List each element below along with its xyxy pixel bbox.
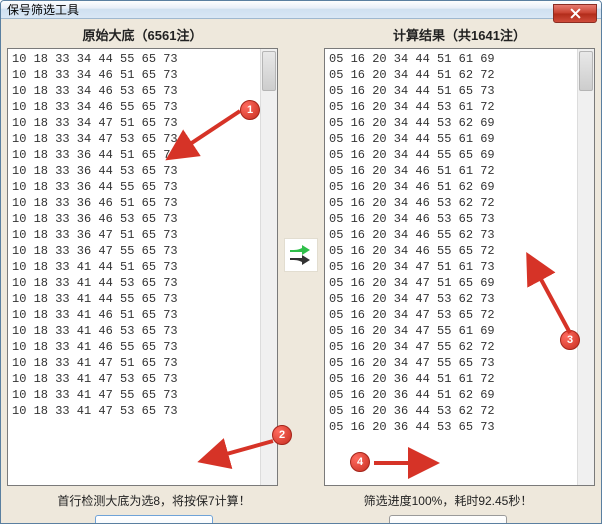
right-header: 计算结果（共1641注） [324, 23, 595, 48]
copy-button-label: 复制 [444, 521, 470, 525]
left-header: 原始大底（6561注） [7, 23, 278, 48]
copy-button[interactable]: 复制 [389, 515, 507, 524]
list-content: 05 16 20 34 44 51 61 69 05 16 20 34 44 5… [329, 51, 590, 435]
shuffle-icon [284, 238, 318, 272]
close-button[interactable] [553, 4, 597, 23]
buttons-row: 筛选计算 复制 [3, 511, 599, 524]
scrollbar-thumb[interactable] [579, 51, 593, 91]
columns: 原始大底（6561注） 10 18 33 34 44 55 65 73 10 1… [3, 23, 599, 486]
right-column: 计算结果（共1641注） 05 16 20 34 44 51 61 69 05 … [320, 23, 599, 486]
left-count: 6561 [148, 28, 177, 43]
copy-icon [425, 523, 440, 525]
filter-button[interactable]: 筛选计算 [95, 515, 213, 524]
client-area: 原始大底（6561注） 10 18 33 34 44 55 65 73 10 1… [1, 19, 601, 524]
scrollbar-thumb[interactable] [262, 51, 276, 91]
window-title: 保号筛选工具 [7, 1, 79, 18]
right-count: 1641 [471, 28, 500, 43]
right-hint: 筛选进度100%，耗时92.45秒！ [301, 492, 595, 509]
magnify-icon [118, 523, 133, 525]
app-window: 保号筛选工具 原始大底（6561注） 10 18 33 34 44 55 65 … [0, 0, 602, 524]
result-listbox[interactable]: 05 16 20 34 44 51 61 69 05 16 20 34 44 5… [324, 48, 595, 486]
titlebar: 保号筛选工具 [1, 1, 601, 19]
right-header-prefix: 计算结果（共 [393, 28, 471, 43]
left-hint: 首行检测大底为选8，将按保7计算！ [7, 492, 301, 509]
list-content: 10 18 33 34 44 55 65 73 10 18 33 34 46 5… [12, 51, 273, 419]
source-listbox[interactable]: 10 18 33 34 44 55 65 73 10 18 33 34 46 5… [7, 48, 278, 486]
close-icon [570, 8, 581, 19]
left-header-prefix: 原始大底（ [83, 28, 148, 43]
filter-button-label: 筛选计算 [137, 521, 189, 525]
hints-row: 首行检测大底为选8，将按保7计算！ 筛选进度100%，耗时92.45秒！ [3, 486, 599, 511]
left-column: 原始大底（6561注） 10 18 33 34 44 55 65 73 10 1… [3, 23, 282, 486]
swap-area [282, 23, 320, 486]
left-header-suffix: 注） [176, 28, 202, 43]
right-header-suffix: 注） [500, 28, 526, 43]
